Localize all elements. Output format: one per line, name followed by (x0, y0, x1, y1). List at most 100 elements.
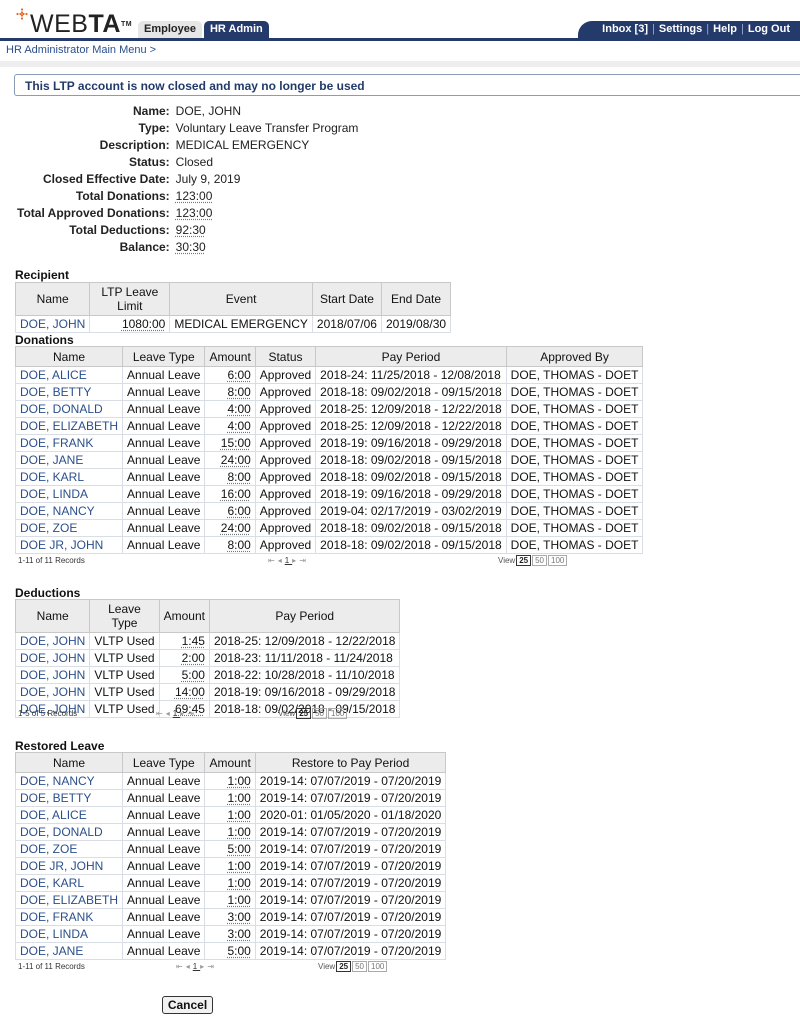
column-header[interactable]: Leave Type (122, 346, 206, 367)
summary-value-text[interactable]: 92:30 (176, 223, 206, 237)
page-size-50[interactable]: 50 (532, 555, 548, 566)
column-header[interactable]: Name (14, 752, 124, 773)
column-header[interactable]: Name (14, 346, 124, 367)
amount-value[interactable]: 4:00 (227, 419, 250, 433)
breadcrumb[interactable]: HR Administrator Main Menu > (6, 44, 156, 56)
prev-page-icon[interactable]: ◂ (278, 556, 285, 565)
donor-name-link[interactable]: DOE, DONALD (14, 400, 124, 418)
column-header[interactable]: LTP Leave Limit (89, 282, 171, 316)
restored-name-link[interactable]: DOE, DONALD (14, 823, 124, 841)
page-size-50[interactable]: 50 (312, 708, 328, 719)
donor-name-link[interactable]: DOE, NANCY (14, 502, 124, 520)
donor-name-link[interactable]: DOE, ALICE (14, 366, 124, 384)
settings-link[interactable]: Settings (659, 23, 702, 38)
restored-name-link[interactable]: DOE, ELIZABETH (14, 891, 124, 909)
amount-value[interactable]: 8:00 (227, 385, 250, 399)
restored-name-link[interactable]: DOE, JANE (14, 942, 124, 960)
restored-name-link[interactable]: DOE, BETTY (14, 789, 124, 807)
column-header[interactable]: Name (14, 599, 91, 633)
page-size-50[interactable]: 50 (352, 961, 368, 972)
logout-link[interactable]: Log Out (748, 23, 790, 38)
amount-value[interactable]: 1:00 (227, 774, 250, 788)
column-header[interactable]: Pay Period (208, 599, 401, 633)
amount-value[interactable]: 2:00 (182, 651, 205, 665)
column-header[interactable]: Approved By (505, 346, 644, 367)
summary-value-text[interactable]: 30:30 (176, 240, 206, 254)
recipient-name-link[interactable]: DOE, JOHN (14, 315, 91, 333)
amount-value[interactable]: 1:00 (227, 825, 250, 839)
amount-value[interactable]: 14:00 (175, 685, 205, 699)
restored-name-link[interactable]: DOE, KARL (14, 874, 124, 892)
amount-value[interactable]: 6:00 (227, 504, 250, 518)
amount-value[interactable]: 4:00 (227, 402, 250, 416)
last-page-icon[interactable]: ⇥ (207, 962, 217, 971)
amount-value[interactable]: 1:00 (227, 808, 250, 822)
amount-value[interactable]: 8:00 (227, 470, 250, 484)
donor-name-link[interactable]: DOE, ELIZABETH (14, 417, 124, 435)
amount-value[interactable]: 24:00 (221, 453, 251, 467)
amount-value[interactable]: 5:00 (182, 668, 205, 682)
page-size-25[interactable]: 25 (296, 708, 312, 719)
prev-page-icon[interactable]: ◂ (166, 709, 173, 718)
deduction-name-link[interactable]: DOE, JOHN (14, 649, 91, 667)
restored-name-link[interactable]: DOE, ALICE (14, 806, 124, 824)
last-page-icon[interactable]: ⇥ (187, 709, 197, 718)
tab-hr-admin[interactable]: HR Admin (203, 21, 269, 38)
deduction-name-link[interactable]: DOE, JOHN (14, 666, 91, 684)
amount-value[interactable]: 3:00 (227, 927, 250, 941)
inbox-link[interactable]: Inbox [3] (602, 23, 648, 38)
page-size-100[interactable]: 100 (368, 961, 388, 972)
restored-name-link[interactable]: DOE, NANCY (14, 772, 124, 790)
column-header[interactable]: Start Date (311, 282, 382, 316)
page-size-25[interactable]: 25 (336, 961, 352, 972)
last-page-icon[interactable]: ⇥ (299, 556, 309, 565)
column-header[interactable]: Pay Period (315, 346, 507, 367)
amount-value[interactable]: 5:00 (227, 944, 250, 958)
donor-name-link[interactable]: DOE, JANE (14, 451, 124, 469)
deduction-name-link[interactable]: DOE, JOHN (14, 683, 91, 701)
donor-name-link[interactable]: DOE, LINDA (14, 485, 124, 503)
amount-value[interactable]: 16:00 (221, 487, 251, 501)
amount-value[interactable]: 15:00 (221, 436, 251, 450)
column-header[interactable]: Event (169, 282, 313, 316)
column-header[interactable]: Leave Type (89, 599, 160, 633)
column-header[interactable]: Amount (158, 599, 210, 633)
amount-value[interactable]: 5:00 (227, 842, 250, 856)
page-size-100[interactable]: 100 (328, 708, 348, 719)
column-header[interactable]: End Date (380, 282, 452, 316)
amount-value[interactable]: 24:00 (221, 521, 251, 535)
column-header[interactable]: Restore to Pay Period (254, 752, 447, 773)
amount-value[interactable]: 1:00 (227, 893, 250, 907)
amount-value[interactable]: 1080:00 (122, 317, 165, 331)
prev-page-icon[interactable]: ◂ (186, 962, 193, 971)
summary-value-text[interactable]: 123:00 (176, 206, 213, 220)
first-page-icon[interactable]: ⇤ (268, 556, 278, 565)
amount-value[interactable]: 1:45 (182, 634, 205, 648)
restored-name-link[interactable]: DOE, LINDA (14, 925, 124, 943)
cancel-button[interactable]: Cancel (162, 996, 213, 1014)
column-header[interactable]: Leave Type (122, 752, 206, 773)
restored-name-link[interactable]: DOE, ZOE (14, 840, 124, 858)
tab-employee[interactable]: Employee (138, 21, 202, 38)
donor-name-link[interactable]: DOE, FRANK (14, 434, 124, 452)
column-header[interactable]: Amount (204, 752, 256, 773)
page-size-25[interactable]: 25 (516, 555, 532, 566)
donor-name-link[interactable]: DOE, KARL (14, 468, 124, 486)
restored-name-link[interactable]: DOE JR, JOHN (14, 857, 124, 875)
donor-name-link[interactable]: DOE JR, JOHN (14, 536, 124, 554)
amount-value[interactable]: 6:00 (227, 368, 250, 382)
column-header[interactable]: Name (14, 282, 91, 316)
donor-name-link[interactable]: DOE, ZOE (14, 519, 124, 537)
column-header[interactable]: Amount (204, 346, 256, 367)
amount-value[interactable]: 8:00 (227, 538, 250, 552)
first-page-icon[interactable]: ⇤ (156, 709, 166, 718)
amount-value[interactable]: 1:00 (227, 876, 250, 890)
summary-value-text[interactable]: 123:00 (176, 189, 213, 203)
deduction-name-link[interactable]: DOE, JOHN (14, 632, 91, 650)
column-header[interactable]: Status (254, 346, 317, 367)
amount-value[interactable]: 1:00 (227, 791, 250, 805)
page-size-100[interactable]: 100 (548, 555, 568, 566)
help-link[interactable]: Help (713, 23, 737, 38)
restored-name-link[interactable]: DOE, FRANK (14, 908, 124, 926)
donor-name-link[interactable]: DOE, BETTY (14, 383, 124, 401)
